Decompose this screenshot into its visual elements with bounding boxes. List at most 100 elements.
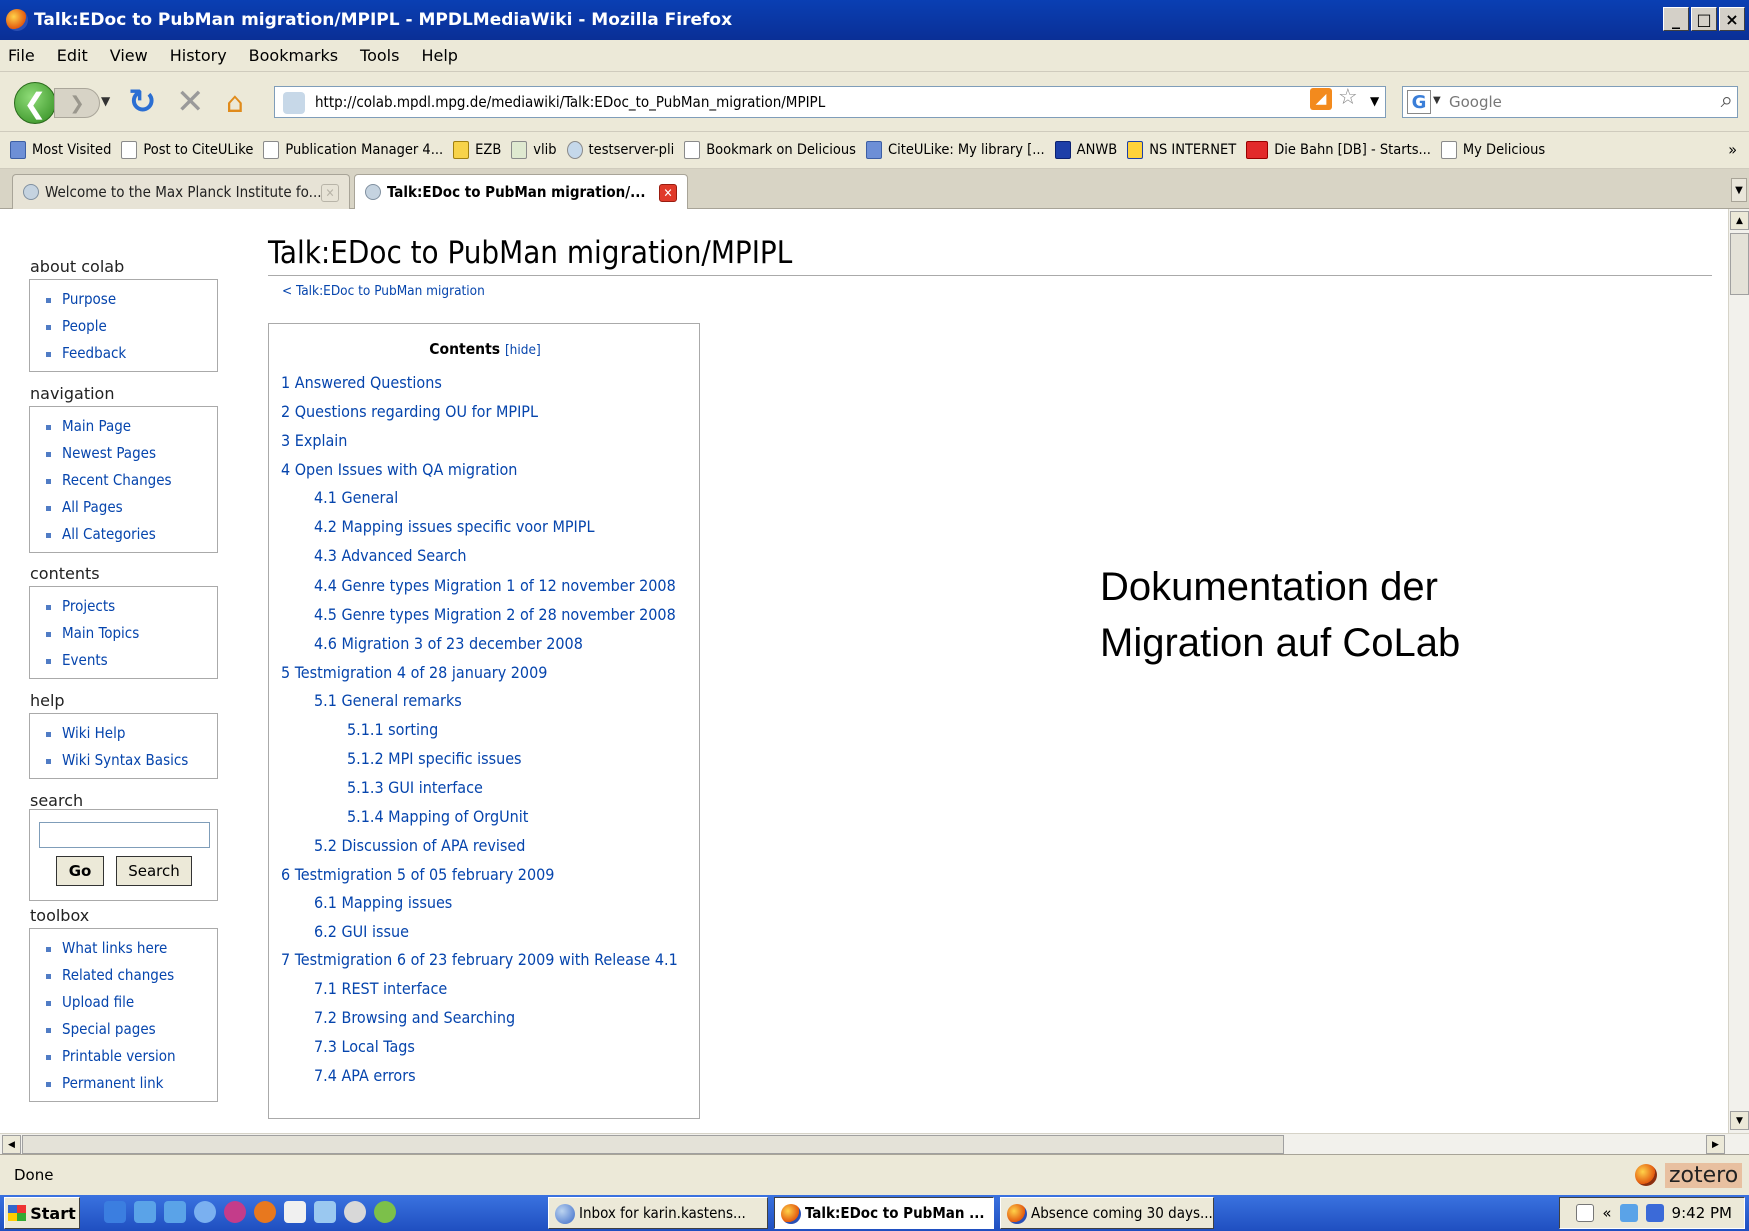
taskbar-item-talk-edoc[interactable]: Talk:EDoc to PubMan ... xyxy=(774,1197,994,1229)
toc-item[interactable]: 6 Testmigration 5 of 05 february 2009 xyxy=(281,865,554,884)
bookmark-item[interactable]: NS INTERNET xyxy=(1127,141,1236,159)
bookmark-item[interactable]: EZB xyxy=(453,141,501,159)
keyboard-icon[interactable] xyxy=(1576,1204,1595,1222)
vertical-scrollbar[interactable]: ▲ ▼ xyxy=(1728,209,1749,1133)
toc-item[interactable]: 7.3 Local Tags xyxy=(314,1037,415,1056)
toc-item[interactable]: 5.1.3 GUI interface xyxy=(347,778,483,797)
toc-item[interactable]: 4.2 Mapping issues specific voor MPIPL xyxy=(314,517,594,536)
subpages-breadcrumb[interactable]: < Talk:EDoc to PubMan migration xyxy=(282,283,485,299)
scroll-left-arrow-icon[interactable]: ◀ xyxy=(2,1135,21,1154)
toolbox-special-pages[interactable]: Special pages xyxy=(44,1016,217,1043)
bookmark-item[interactable]: Die Bahn [DB] - Starts... xyxy=(1246,141,1431,159)
back-button[interactable]: ❮ xyxy=(14,82,56,124)
toc-item[interactable]: 4 Open Issues with QA migration xyxy=(281,460,517,479)
toc-item[interactable]: 4.4 Genre types Migration 1 of 12 novemb… xyxy=(314,576,676,595)
toc-item[interactable]: 5.1.4 Mapping of OrgUnit xyxy=(347,807,528,826)
search-button[interactable]: Search xyxy=(116,856,192,886)
toc-item[interactable]: 7.2 Browsing and Searching xyxy=(314,1008,515,1027)
toc-item[interactable]: 5.1.1 sorting xyxy=(347,720,438,739)
url-bar[interactable]: http://colab.mpdl.mpg.de/mediawiki/Talk:… xyxy=(274,86,1386,118)
sidebar-item-newest-pages[interactable]: Newest Pages xyxy=(44,440,217,467)
close-window-button[interactable]: × xyxy=(1719,7,1745,31)
quick-launch-icon[interactable] xyxy=(284,1201,306,1223)
tab-close-icon[interactable]: ✕ xyxy=(659,184,677,202)
toc-item[interactable]: 7.4 APA errors xyxy=(314,1066,416,1085)
sidebar-item-people[interactable]: People xyxy=(44,313,217,340)
toc-item[interactable]: 4.3 Advanced Search xyxy=(314,546,467,565)
toolbox-printable-version[interactable]: Printable version xyxy=(44,1043,217,1070)
sidebar-item-events[interactable]: Events xyxy=(44,647,217,674)
scroll-right-arrow-icon[interactable]: ▶ xyxy=(1706,1135,1725,1154)
toolbox-permanent-link[interactable]: Permanent link xyxy=(44,1070,217,1097)
menu-bookmarks[interactable]: Bookmarks xyxy=(249,46,338,65)
toolbox-related-changes[interactable]: Related changes xyxy=(44,962,217,989)
taskbar-item-inbox[interactable]: Inbox for karin.kastens... xyxy=(548,1197,768,1229)
toc-item[interactable]: 5.1.2 MPI specific issues xyxy=(347,749,522,768)
quick-launch-icon[interactable] xyxy=(344,1201,366,1223)
tray-chevron[interactable]: « xyxy=(1602,1204,1611,1222)
bookmark-item[interactable]: Bookmark on Delicious xyxy=(684,141,856,159)
toc-hide-link[interactable]: [hide] xyxy=(505,342,541,358)
quick-launch-icon[interactable] xyxy=(224,1201,246,1223)
tray-app-icon[interactable] xyxy=(1619,1204,1638,1222)
menu-edit[interactable]: Edit xyxy=(57,46,88,65)
sidebar-item-projects[interactable]: Projects xyxy=(44,593,217,620)
bookmark-item[interactable]: Post to CiteULike xyxy=(121,141,253,159)
sidebar-item-main-page[interactable]: Main Page xyxy=(44,413,217,440)
google-engine-icon[interactable]: G xyxy=(1407,90,1431,114)
site-identity-icon[interactable] xyxy=(283,92,305,114)
toc-item[interactable]: 4.1 General xyxy=(314,488,398,507)
maximize-button[interactable]: □ xyxy=(1691,7,1717,31)
quick-launch-icon[interactable] xyxy=(164,1201,186,1223)
quick-launch-icon[interactable] xyxy=(374,1201,396,1223)
menu-tools[interactable]: Tools xyxy=(360,46,399,65)
toc-item[interactable]: 3 Explain xyxy=(281,431,347,450)
toc-item[interactable]: 2 Questions regarding OU for MPIPL xyxy=(281,402,538,421)
sidebar-item-all-pages[interactable]: All Pages xyxy=(44,494,217,521)
tray-app-icon[interactable] xyxy=(1645,1204,1664,1222)
toc-item[interactable]: 1 Answered Questions xyxy=(281,373,442,392)
firefox-quick-icon[interactable] xyxy=(254,1201,276,1223)
bookmark-item[interactable]: Most Visited xyxy=(10,141,111,159)
go-button[interactable]: Go xyxy=(56,856,104,886)
toc-item[interactable]: 5.1 General remarks xyxy=(314,691,462,710)
toc-item[interactable]: 7 Testmigration 6 of 23 february 2009 wi… xyxy=(281,950,678,969)
toc-item[interactable]: 6.1 Mapping issues xyxy=(314,893,452,912)
minimize-button[interactable]: _ xyxy=(1663,7,1689,31)
horizontal-scrollbar[interactable]: ◀ ▶ xyxy=(0,1133,1749,1154)
horizontal-scroll-thumb[interactable] xyxy=(22,1135,1284,1154)
tab-close-icon[interactable]: ✕ xyxy=(321,184,339,202)
sidebar-item-recent-changes[interactable]: Recent Changes xyxy=(44,467,217,494)
sidebar-item-purpose[interactable]: Purpose xyxy=(44,286,217,313)
quick-launch-icon[interactable] xyxy=(134,1201,156,1223)
ie-icon[interactable] xyxy=(104,1201,126,1223)
tab-welcome[interactable]: Welcome to the Max Planck Institute fo..… xyxy=(12,174,350,209)
bookmark-item[interactable]: ANWB xyxy=(1054,141,1117,159)
bookmark-item[interactable]: Publication Manager 4... xyxy=(263,141,443,159)
toolbox-upload-file[interactable]: Upload file xyxy=(44,989,217,1016)
stop-icon[interactable]: ✕ xyxy=(176,82,205,122)
toc-item[interactable]: 4.5 Genre types Migration 2 of 28 novemb… xyxy=(314,605,676,624)
forward-button[interactable]: ❯ xyxy=(54,88,100,118)
bookmark-item[interactable]: CiteULike: My library [... xyxy=(865,141,1045,159)
toc-item[interactable]: 4.6 Migration 3 of 23 december 2008 xyxy=(314,634,583,653)
bookmarks-overflow-chevron[interactable]: » xyxy=(1728,140,1737,159)
zotero-button[interactable]: zotero xyxy=(1635,1161,1745,1189)
taskbar-item-absence[interactable]: Absence coming 30 days... xyxy=(1000,1197,1214,1229)
sidebar-item-wiki-help[interactable]: Wiki Help xyxy=(44,720,217,747)
sidebar-item-all-categories[interactable]: All Categories xyxy=(44,521,217,548)
toolbox-what-links-here[interactable]: What links here xyxy=(44,935,217,962)
menu-help[interactable]: Help xyxy=(421,46,457,65)
toc-item[interactable]: 7.1 REST interface xyxy=(314,979,447,998)
reload-icon[interactable]: ↻ xyxy=(128,82,157,122)
url-dropdown-icon[interactable]: ▼ xyxy=(1370,94,1379,108)
rss-feed-icon[interactable]: ◢ xyxy=(1310,88,1332,110)
menu-history[interactable]: History xyxy=(170,46,227,65)
toc-item[interactable]: 5.2 Discussion of APA revised xyxy=(314,836,525,855)
vertical-scroll-thumb[interactable] xyxy=(1730,233,1749,295)
search-bar[interactable]: G ▼ Google ⌕ xyxy=(1402,86,1738,118)
search-icon[interactable]: ⌕ xyxy=(1721,88,1733,113)
tab-talk-edoc[interactable]: Talk:EDoc to PubMan migration/... ✕ xyxy=(354,174,688,209)
quick-launch-icon[interactable] xyxy=(314,1201,336,1223)
engine-dropdown-icon[interactable]: ▼ xyxy=(1433,95,1441,106)
